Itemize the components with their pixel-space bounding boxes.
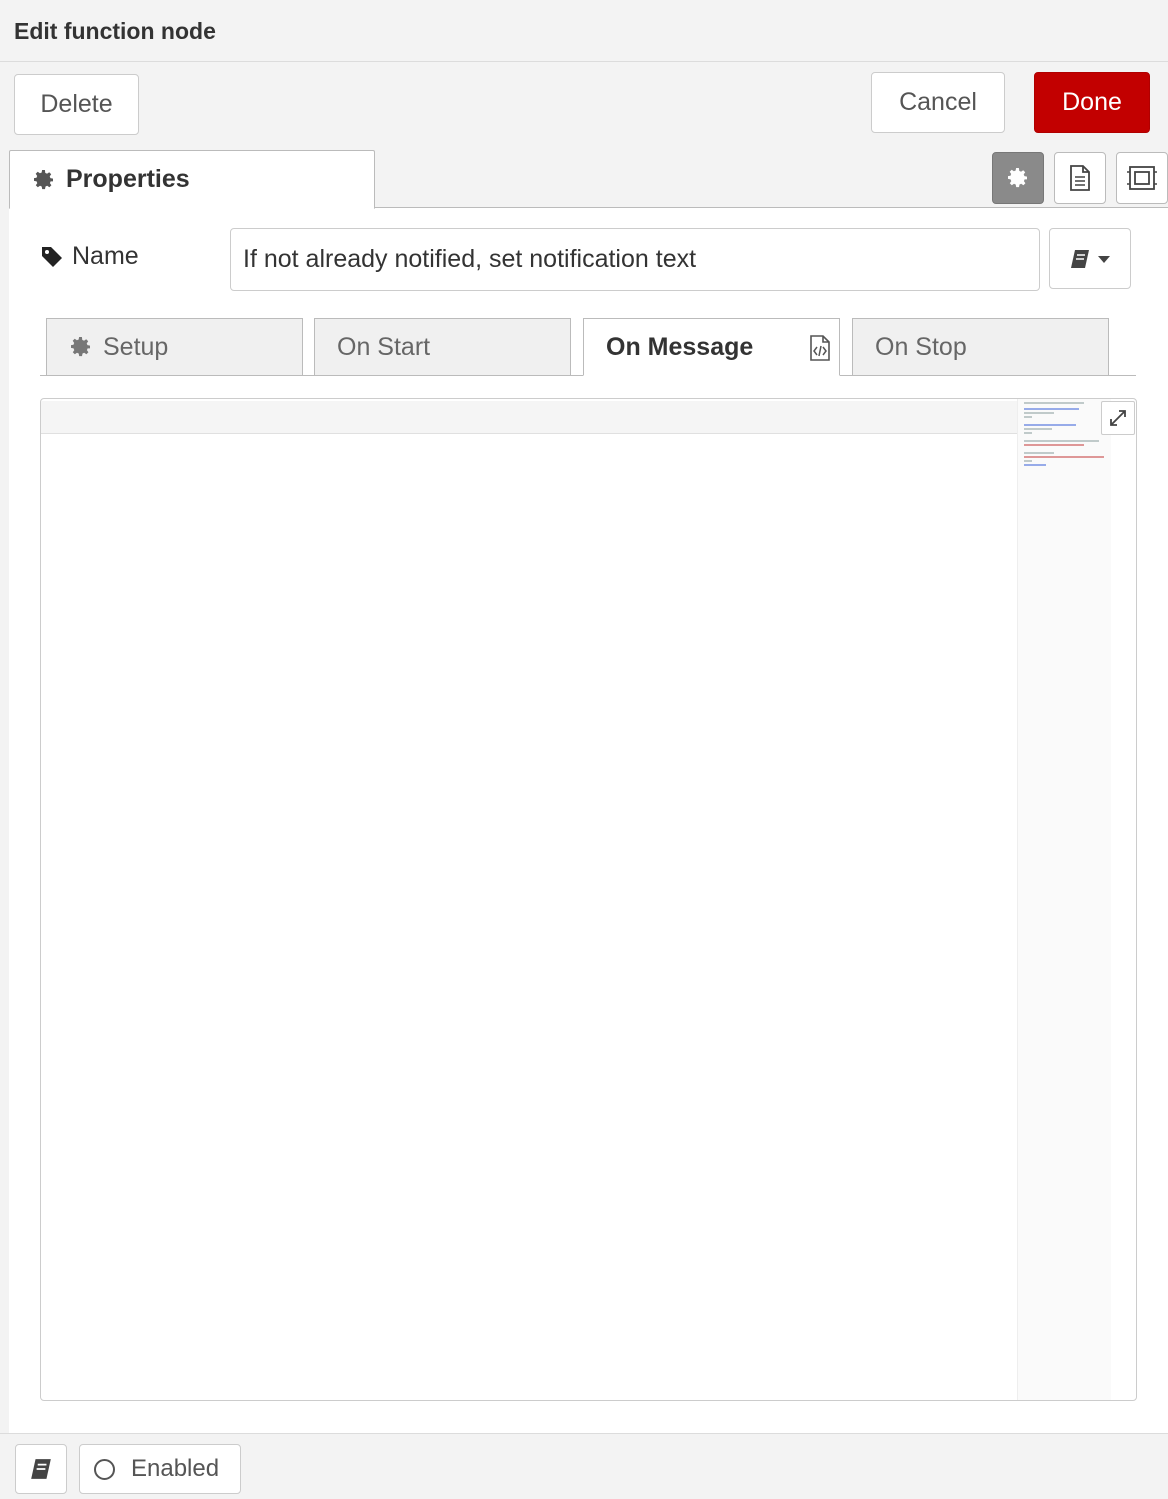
name-input[interactable] bbox=[230, 228, 1040, 291]
name-label-text: Name bbox=[72, 242, 139, 270]
book-icon bbox=[1071, 249, 1089, 268]
dialog-footer: Enabled bbox=[0, 1433, 1168, 1499]
dialog-title: Edit function node bbox=[14, 18, 216, 44]
code-line[interactable]: 15 text: "CVE " + msg.payload.id + " is … bbox=[41, 863, 1017, 896]
tab-properties-label: Properties bbox=[66, 165, 190, 193]
code-line[interactable]: 11 notified[msg.payload.id] = msg.payloa… bbox=[41, 731, 1017, 764]
code-line[interactable]: 2 bbox=[41, 434, 1017, 467]
code-line[interactable]: 9 } bbox=[41, 665, 1017, 698]
code-line[interactable]: 14 msg.payload = { bbox=[41, 830, 1017, 863]
code-line[interactable]: 16 }; bbox=[41, 896, 1017, 929]
tab-setup-label: Setup bbox=[103, 332, 169, 361]
tag-icon bbox=[42, 246, 62, 267]
chevron-down-icon bbox=[1098, 255, 1110, 263]
code-line[interactable]: 5 }; bbox=[41, 533, 1017, 566]
document-icon bbox=[1070, 165, 1090, 191]
code-line[interactable]: 17 return msg; bbox=[41, 929, 1017, 962]
radio-circle-icon bbox=[94, 1458, 115, 1480]
code-line[interactable]: 7 if(notified[msg.payload.id]) { bbox=[41, 599, 1017, 632]
frame-icon bbox=[1127, 166, 1157, 190]
tab-on-message[interactable]: On Message bbox=[583, 318, 840, 376]
delete-button[interactable]: Delete bbox=[14, 74, 139, 135]
tab-on-start[interactable]: On Start bbox=[314, 318, 571, 376]
view-properties-button[interactable] bbox=[992, 152, 1044, 204]
code-editor[interactable]: 1 var notified = flow.get("notified"); 2… bbox=[40, 398, 1137, 1401]
code-line[interactable]: 4 notified = {}; bbox=[41, 500, 1017, 533]
tab-on-stop[interactable]: On Stop bbox=[852, 318, 1109, 376]
enabled-toggle[interactable]: Enabled bbox=[79, 1444, 241, 1494]
view-appearance-button[interactable] bbox=[1116, 152, 1168, 204]
done-button[interactable]: Done bbox=[1034, 72, 1150, 133]
view-description-button[interactable] bbox=[1054, 152, 1106, 204]
dialog-header: Edit function node bbox=[0, 0, 1168, 62]
code-line[interactable]: 1 var notified = flow.get("notified"); bbox=[41, 401, 1017, 434]
gear-icon bbox=[71, 337, 90, 357]
gear-icon bbox=[34, 169, 53, 189]
tab-on-stop-label: On Stop bbox=[875, 332, 967, 361]
code-line[interactable]: 6 bbox=[41, 566, 1017, 599]
book-icon bbox=[31, 1459, 51, 1479]
cancel-button[interactable]: Cancel bbox=[871, 72, 1005, 133]
code-line[interactable]: 13 bbox=[41, 797, 1017, 830]
tab-properties[interactable]: Properties bbox=[9, 150, 375, 209]
code-line[interactable]: 10 bbox=[41, 698, 1017, 731]
expand-editor-button[interactable] bbox=[1101, 401, 1135, 435]
tab-setup[interactable]: Setup bbox=[46, 318, 303, 376]
tab-on-message-label: On Message bbox=[606, 332, 754, 361]
code-line[interactable]: 8 return null; bbox=[41, 632, 1017, 665]
code-line[interactable]: 3 if(notified === undefined) { bbox=[41, 467, 1017, 500]
name-label: Name bbox=[40, 242, 139, 271]
code-line[interactable]: 12 flow.set("notified", notified); bbox=[41, 764, 1017, 797]
code-file-icon[interactable] bbox=[809, 334, 831, 362]
gear-icon bbox=[1008, 168, 1027, 188]
expand-icon bbox=[1110, 410, 1126, 426]
enabled-label: Enabled bbox=[131, 1455, 220, 1482]
tab-on-start-label: On Start bbox=[337, 332, 431, 361]
node-help-button[interactable] bbox=[15, 1444, 67, 1494]
code-minimap[interactable] bbox=[1017, 399, 1111, 1400]
library-button[interactable] bbox=[1049, 228, 1131, 289]
